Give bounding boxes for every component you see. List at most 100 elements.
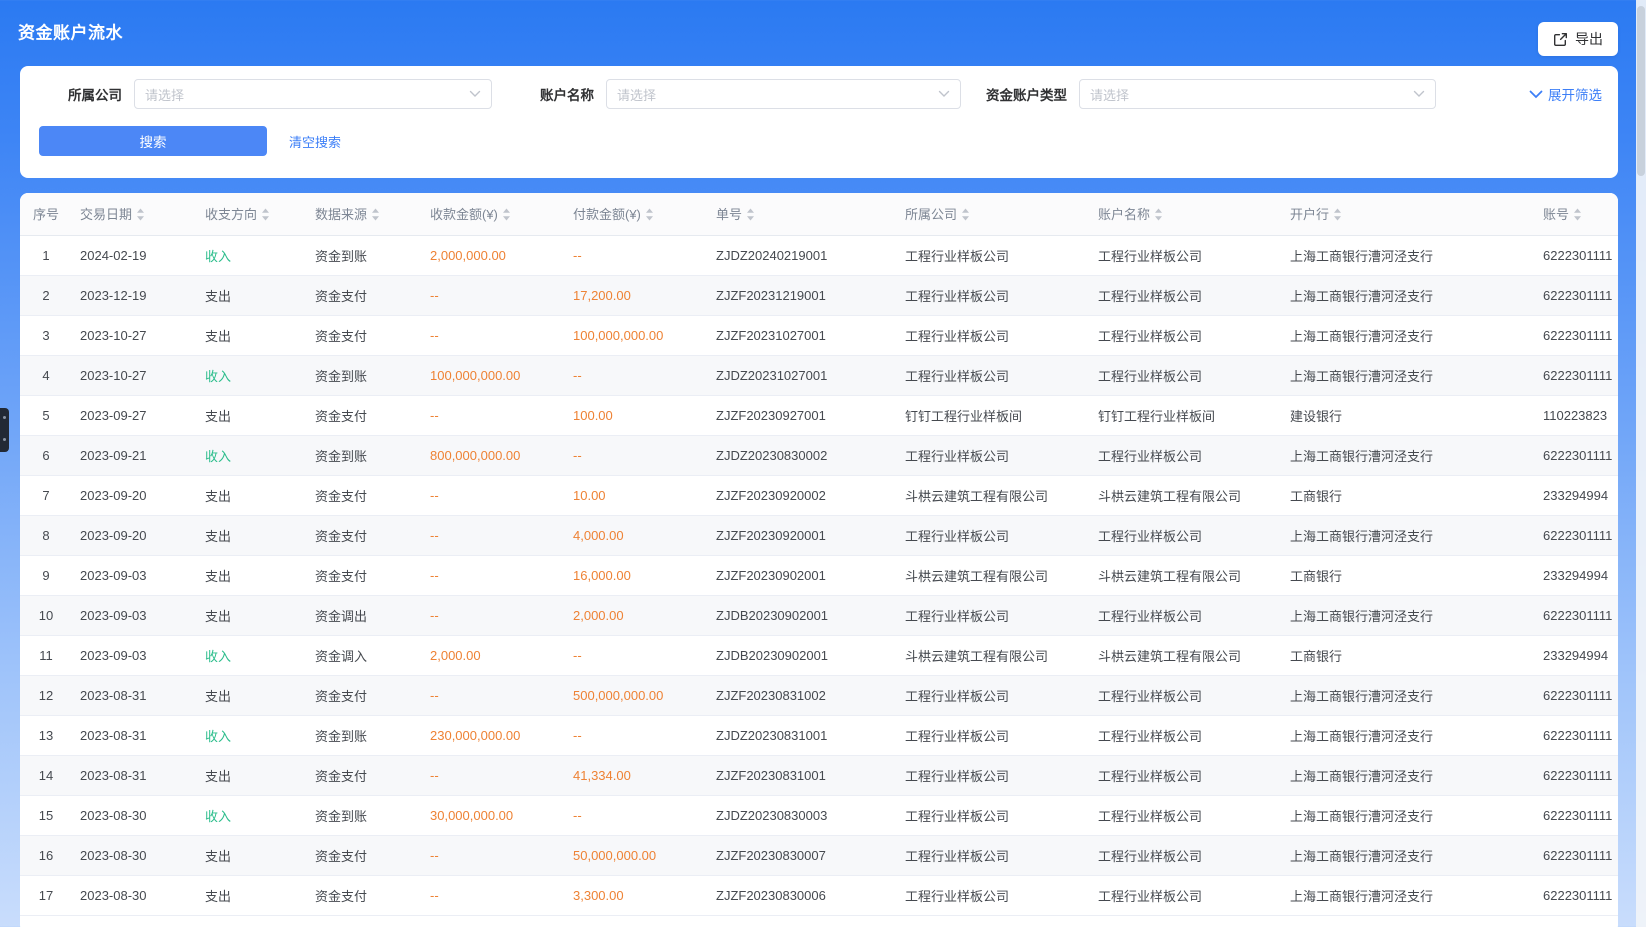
- cell-account: 工程行业样板公司: [1090, 715, 1282, 755]
- column-header-bank[interactable]: 开户行: [1282, 193, 1535, 235]
- column-header-account[interactable]: 账户名称: [1090, 193, 1282, 235]
- app-header: 资金账户流水 导出: [0, 0, 1646, 62]
- cell-no: 9: [20, 555, 72, 595]
- sort-icon: [371, 208, 380, 224]
- cell-direction: 收入: [197, 715, 307, 755]
- cell-bank: 建设银行: [1282, 395, 1535, 435]
- sort-icon: [746, 208, 755, 224]
- account-select[interactable]: 请选择: [606, 79, 961, 109]
- cell-payment: 17,200.00: [565, 275, 708, 315]
- company-select-placeholder: 请选择: [145, 85, 184, 104]
- drawer-handle[interactable]: [0, 408, 9, 452]
- cell-account_no: 6222301111: [1535, 355, 1618, 395]
- cell-direction: 支出: [197, 275, 307, 315]
- sort-icon: [136, 208, 145, 224]
- cell-account: 工程行业样板公司: [1090, 675, 1282, 715]
- cell-direction: 支出: [197, 875, 307, 915]
- cell-company: 工程行业样板公司: [897, 515, 1090, 555]
- table-row: 72023-09-20支出资金支付--10.00ZJZF20230920002斗…: [20, 475, 1618, 515]
- search-button[interactable]: 搜索: [39, 126, 267, 156]
- cell-income: 230,000,000.00: [422, 715, 565, 755]
- cell-direction: 收入: [197, 355, 307, 395]
- clear-search-link[interactable]: 清空搜索: [289, 132, 341, 151]
- company-select[interactable]: 请选择: [134, 79, 492, 109]
- cell-income: --: [422, 315, 565, 355]
- table-row: 132023-08-31收入资金到账230,000,000.00--ZJDZ20…: [20, 715, 1618, 755]
- cell-doc_no: ZJDZ20230830002: [708, 435, 897, 475]
- column-header-source[interactable]: 数据来源: [307, 193, 422, 235]
- chevron-down-icon: [1413, 85, 1425, 103]
- export-button[interactable]: 导出: [1538, 22, 1618, 56]
- cell-source: 资金支付: [307, 395, 422, 435]
- cell-doc_no: ZJZF20230831002: [708, 675, 897, 715]
- scrollbar-thumb[interactable]: [1637, 6, 1645, 176]
- column-header-no: 序号: [20, 193, 72, 235]
- cell-no: 11: [20, 635, 72, 675]
- account-select-placeholder: 请选择: [617, 85, 656, 104]
- cell-income: --: [422, 675, 565, 715]
- cell-doc_no: ZJZF20230830006: [708, 875, 897, 915]
- table-body: 12024-02-19收入资金到账2,000,000.00--ZJDZ20240…: [20, 235, 1618, 915]
- cell-source: 资金到账: [307, 715, 422, 755]
- filter-label-account-type: 资金账户类型: [986, 84, 1067, 104]
- cell-account_no: 110223823: [1535, 395, 1618, 435]
- cell-no: 3: [20, 315, 72, 355]
- table-card: 序号交易日期收支方向数据来源收款金额(¥) 付款金额(¥) 单号 所属公司账户名称 开户…: [20, 193, 1618, 927]
- cell-date: 2023-09-27: [72, 395, 197, 435]
- column-label: 账户名称: [1098, 207, 1150, 222]
- cell-date: 2023-09-03: [72, 595, 197, 635]
- cell-account: 工程行业样板公司: [1090, 875, 1282, 915]
- cell-income: 100,000,000.00: [422, 355, 565, 395]
- cell-no: 8: [20, 515, 72, 555]
- expand-filters-link[interactable]: 展开筛选: [1529, 79, 1602, 109]
- cell-date: 2024-02-19: [72, 235, 197, 275]
- column-header-date[interactable]: 交易日期: [72, 193, 197, 235]
- cell-doc_no: ZJZF20230902001: [708, 555, 897, 595]
- column-header-doc_no[interactable]: 单号: [708, 193, 897, 235]
- column-header-account_no[interactable]: 账号: [1535, 193, 1618, 235]
- cell-no: 1: [20, 235, 72, 275]
- column-header-income[interactable]: 收款金额(¥): [422, 193, 565, 235]
- cell-account_no: 6222301111: [1535, 275, 1618, 315]
- cell-no: 4: [20, 355, 72, 395]
- table-row: 12024-02-19收入资金到账2,000,000.00--ZJDZ20240…: [20, 235, 1618, 275]
- account-type-select[interactable]: 请选择: [1079, 79, 1436, 109]
- cell-date: 2023-08-31: [72, 675, 197, 715]
- column-header-company[interactable]: 所属公司: [897, 193, 1090, 235]
- column-label: 单号: [716, 207, 742, 222]
- cell-income: --: [422, 515, 565, 555]
- cell-account: 工程行业样板公司: [1090, 275, 1282, 315]
- table-row: 92023-09-03支出资金支付--16,000.00ZJZF20230902…: [20, 555, 1618, 595]
- cell-source: 资金支付: [307, 755, 422, 795]
- cell-direction: 收入: [197, 235, 307, 275]
- table-row: 142023-08-31支出资金支付--41,334.00ZJZF2023083…: [20, 755, 1618, 795]
- cell-source: 资金到账: [307, 355, 422, 395]
- column-header-payment[interactable]: 付款金额(¥): [565, 193, 708, 235]
- cell-no: 16: [20, 835, 72, 875]
- cell-company: 工程行业样板公司: [897, 795, 1090, 835]
- filter-label-account: 账户名称: [540, 84, 594, 104]
- column-header-direction[interactable]: 收支方向: [197, 193, 307, 235]
- column-label: 付款金额(¥): [573, 207, 641, 222]
- cell-income: --: [422, 475, 565, 515]
- cell-company: 工程行业样板公司: [897, 235, 1090, 275]
- page-title: 资金账户流水: [18, 19, 123, 44]
- table-row: 102023-09-03支出资金调出--2,000.00ZJDB20230902…: [20, 595, 1618, 635]
- cell-no: 2: [20, 275, 72, 315]
- scrollbar-track[interactable]: [1636, 0, 1646, 927]
- cell-no: 14: [20, 755, 72, 795]
- cell-account: 工程行业样板公司: [1090, 835, 1282, 875]
- sort-icon: [1573, 208, 1582, 224]
- cell-payment: 16,000.00: [565, 555, 708, 595]
- filter-row: 所属公司 请选择 账户名称 请选择 资金账户类型 请选择 展开筛选: [20, 79, 1618, 109]
- column-label: 账号: [1543, 207, 1569, 222]
- cell-income: --: [422, 595, 565, 635]
- sort-icon: [502, 208, 511, 224]
- cell-account_no: 6222301111: [1535, 235, 1618, 275]
- cell-account_no: 6222301111: [1535, 315, 1618, 355]
- sort-icon: [1154, 208, 1163, 224]
- cell-payment: --: [565, 795, 708, 835]
- cell-account_no: 6222301111: [1535, 755, 1618, 795]
- cell-account_no: 6222301111: [1535, 835, 1618, 875]
- cell-account_no: 6222301111: [1535, 435, 1618, 475]
